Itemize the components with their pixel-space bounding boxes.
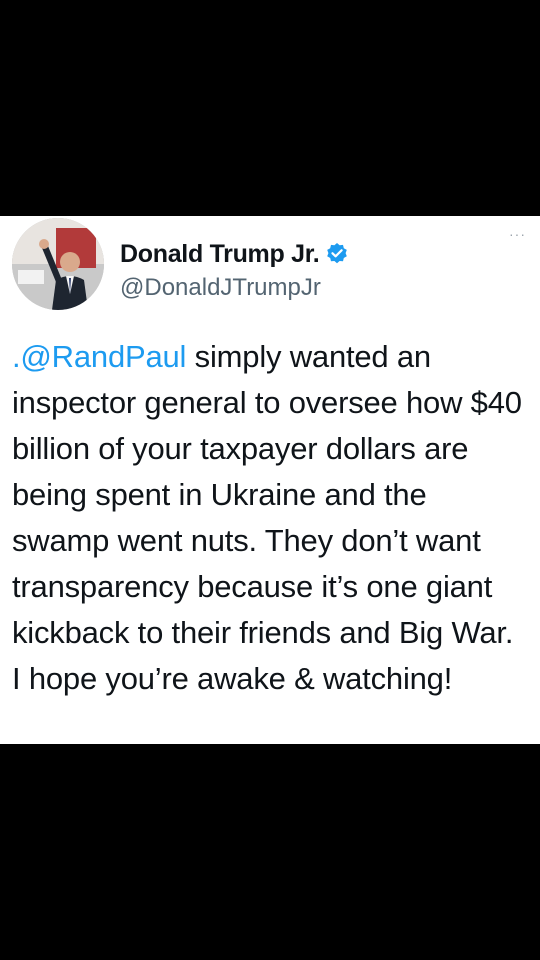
tweet-card: Donald Trump Jr. @DonaldJTrumpJr ··· .@R… — [0, 216, 540, 744]
tweet-text: .@RandPaul simply wanted an inspector ge… — [12, 334, 532, 656]
letterbox-bottom — [0, 744, 540, 960]
more-options-icon[interactable]: ··· — [509, 226, 526, 242]
author-handle[interactable]: @DonaldJTrumpJr — [120, 274, 480, 302]
avatar[interactable] — [12, 218, 104, 310]
mention-link[interactable]: .@RandPaul — [12, 339, 186, 374]
tweet-text-last-line: I hope you’re awake & watching! — [12, 661, 453, 696]
tweet-body: .@RandPaul simply wanted an inspector ge… — [12, 334, 532, 702]
author-name[interactable]: Donald Trump Jr. — [120, 240, 320, 269]
tweet-header: Donald Trump Jr. @DonaldJTrumpJr — [120, 236, 480, 302]
avatar-photo-icon — [12, 218, 104, 310]
letterbox-top — [0, 0, 540, 216]
verified-badge-icon — [325, 242, 349, 266]
name-row: Donald Trump Jr. — [120, 236, 480, 272]
tweet-text-main: simply wanted an inspector general to ov… — [12, 339, 522, 650]
